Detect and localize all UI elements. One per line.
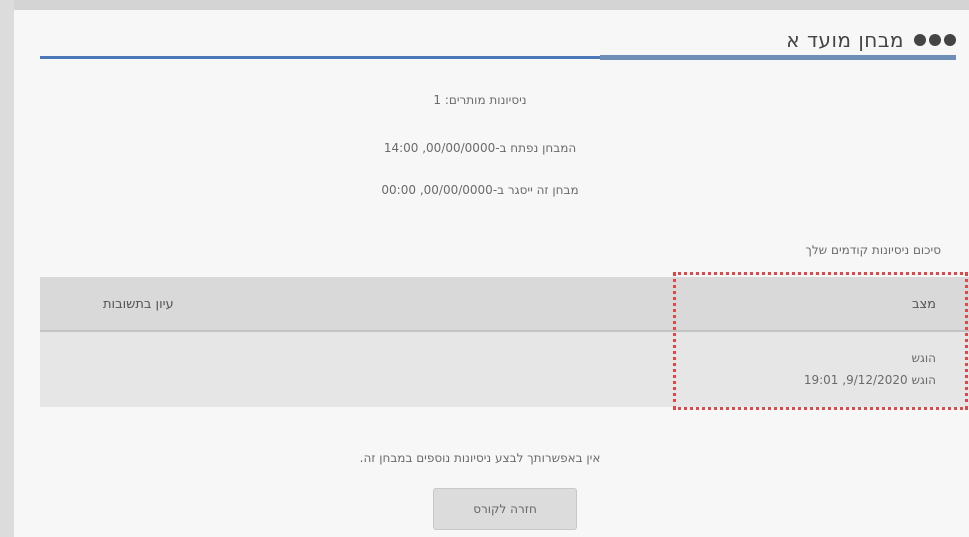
quiz-header: מבחן מועד א	[26, 10, 956, 58]
left-border	[0, 0, 14, 537]
review-column-header: עיון בתשובות	[103, 297, 174, 312]
quiz-opened-text: המבחן נפתח ב-00/00/0000, 14:00	[383, 141, 577, 155]
top-border	[0, 0, 969, 10]
attempt-submitted-date: הוגש 9/12/2020, 19:01	[803, 373, 936, 387]
header-underline	[40, 56, 600, 59]
table-row: הוגש הוגש 9/12/2020, 19:01	[40, 332, 969, 407]
quiz-closes-text: מבחן זה ייסגר ב-00/00/0000, 00:00	[381, 183, 579, 197]
attempts-summary-heading: סיכום ניסיונות קודמים שלך	[805, 243, 941, 257]
attempts-allowed-text: ניסיונות מותרים: 1	[433, 93, 527, 107]
page-frame: מבחן מועד א ניסיונות מותרים: 1 המבחן נפת…	[0, 0, 969, 537]
page-title: מבחן מועד א	[786, 28, 904, 52]
status-column-header: מצב	[911, 297, 936, 312]
no-more-attempts-notice: אין באפשרותך לבצע ניסיונות נוספים במבחן …	[359, 451, 601, 465]
menu-dots-icon[interactable]	[914, 34, 956, 46]
dot-icon	[914, 34, 926, 46]
header-underline-accent	[600, 55, 956, 60]
header-title-group: מבחן מועד א	[786, 28, 956, 52]
dot-icon	[944, 34, 956, 46]
back-to-course-button[interactable]: חזרה לקורס	[433, 488, 577, 530]
table-header: מצב עיון בתשובות	[40, 277, 969, 332]
attempt-status: הוגש	[911, 351, 936, 365]
dot-icon	[929, 34, 941, 46]
